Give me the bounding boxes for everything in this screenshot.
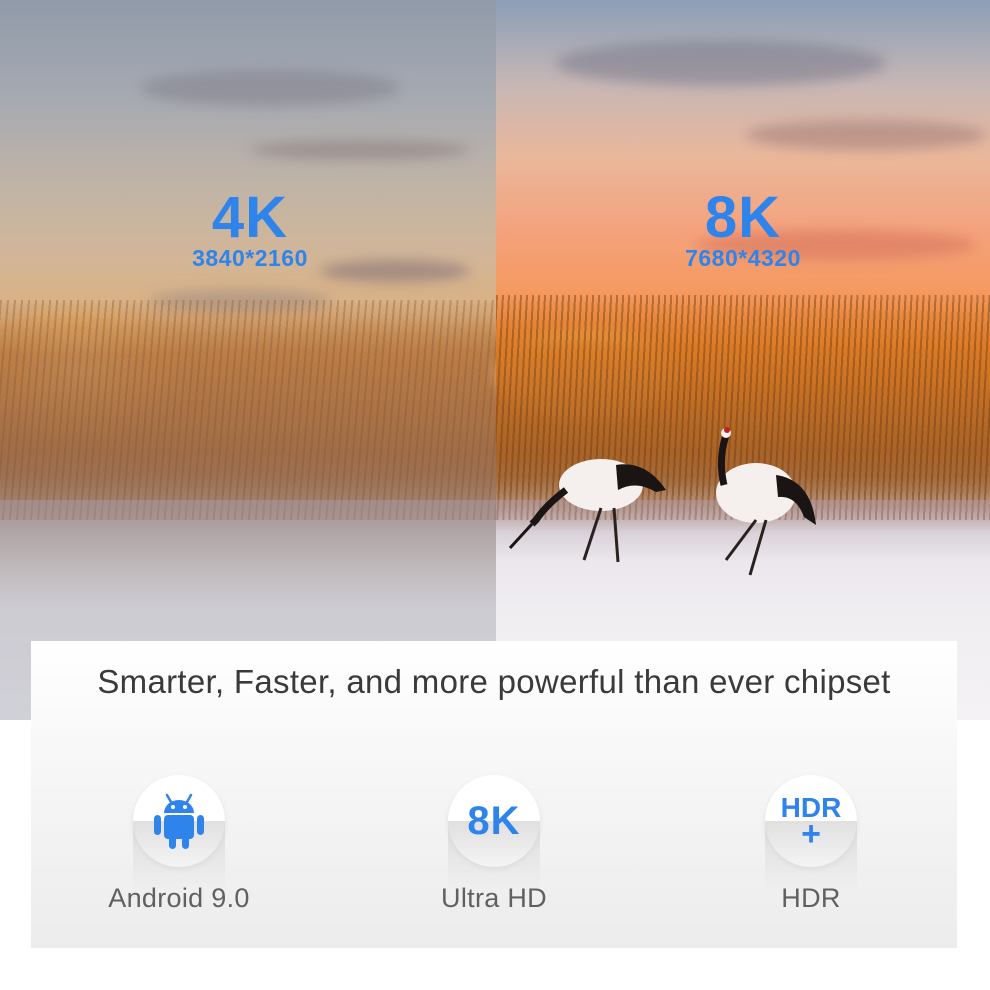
- tagline: Smarter, Faster, and more powerful than …: [97, 663, 891, 700]
- resolution-4k-title: 4K: [211, 185, 289, 250]
- resolution-8k: 8K 7680*4320: [593, 185, 893, 271]
- hero-image: 4K 3840*2160 8K 7680*4320: [0, 0, 990, 720]
- crane-right: [716, 427, 816, 576]
- hero-4k-half: [0, 0, 496, 720]
- resolution-4k: 4K 3840*2160: [100, 185, 400, 271]
- crane-left: [508, 459, 666, 563]
- feature-hdr-badge: HDR +: [765, 775, 857, 891]
- hero-8k-half: [496, 0, 990, 720]
- hdr-badge-icon: HDR +: [781, 794, 842, 853]
- feature-panel: Smarter, Faster, and more powerful than …: [31, 641, 957, 948]
- feature-ultra-hd-badge: 8K: [448, 775, 540, 891]
- feature-hdr: HDR + HDR: [681, 775, 941, 914]
- feature-ultra-hd: 8K Ultra HD: [364, 775, 624, 914]
- android-icon: [154, 793, 204, 849]
- resolution-4k-value: 3840*2160: [192, 245, 308, 271]
- 8k-badge-icon: 8K: [467, 798, 521, 843]
- hdr-badge-plus: +: [801, 815, 821, 853]
- resolution-8k-value: 7680*4320: [685, 245, 801, 271]
- feature-android: Android 9.0: [49, 775, 309, 914]
- resolution-8k-title: 8K: [704, 185, 782, 250]
- feature-android-badge: [133, 775, 225, 891]
